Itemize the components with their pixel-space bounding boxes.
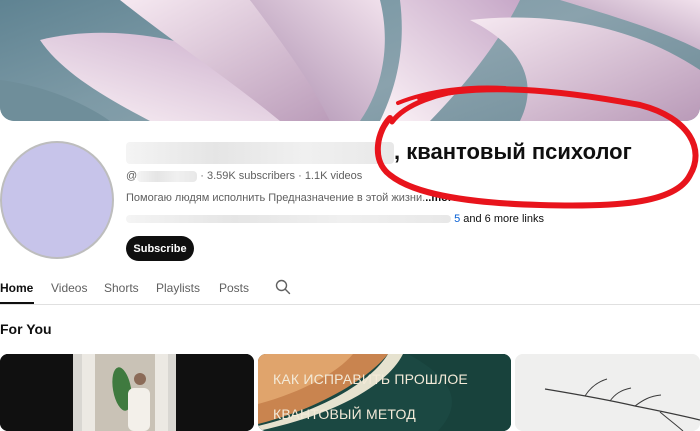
video-thumbnail[interactable] (0, 354, 254, 431)
thumbnail-title-line-2: КВАНТОВЫЙ МЕТОД (273, 406, 416, 422)
search-icon[interactable] (275, 279, 291, 295)
blurred-handle (137, 170, 198, 182)
tab-playlists[interactable]: Playlists (156, 281, 200, 295)
blurred-link (126, 215, 451, 224)
separator: · (298, 170, 302, 182)
tab-posts[interactable]: Posts (219, 281, 249, 295)
handle[interactable]: @ (126, 170, 137, 182)
channel-links[interactable]: 5 and 6 more links (126, 213, 544, 225)
blurred-name (126, 142, 394, 165)
description-text: Помогаю людям исполнить Предназначение в… (126, 192, 426, 204)
tab-videos[interactable]: Videos (51, 281, 87, 295)
channel-link[interactable]: 5 (454, 213, 460, 225)
thumbnail-image (515, 354, 700, 431)
tab-shorts[interactable]: Shorts (104, 281, 139, 295)
channel-banner (0, 0, 700, 121)
section-title-for-you: For You (0, 321, 52, 337)
video-count: 1.1K videos (304, 170, 363, 182)
active-tab-indicator (0, 302, 34, 304)
channel-title-text: , квантовый психолог (394, 139, 632, 164)
video-thumbnail[interactable]: КАК ИСПРАВИТЬ ПРОШЛОЕ КВАНТОВЫЙ МЕТОД (258, 354, 511, 431)
video-thumbnail[interactable] (515, 354, 700, 431)
thumbnail-image (0, 354, 254, 431)
thumbnail-title-line-1: КАК ИСПРАВИТЬ ПРОШЛОЕ (273, 371, 468, 387)
channel-avatar[interactable] (0, 141, 114, 259)
lotus-banner-image (0, 0, 700, 121)
separator: · (200, 170, 204, 182)
channel-description[interactable]: Помогаю людям исполнить Предназначение в… (126, 192, 458, 204)
description-more-link[interactable]: ..more (425, 192, 458, 204)
tab-home[interactable]: Home (0, 281, 33, 295)
more-links-label[interactable]: and 6 more links (463, 213, 544, 225)
channel-title: , квантовый психолог (126, 139, 632, 165)
channel-tabs: Home Videos Shorts Playlists Posts (0, 270, 700, 305)
channel-meta: @ · 3.59K subscribers · 1.1K videos (126, 170, 362, 182)
subscriber-count: 3.59K subscribers (206, 170, 296, 182)
subscribe-button[interactable]: Subscribe (126, 236, 194, 261)
